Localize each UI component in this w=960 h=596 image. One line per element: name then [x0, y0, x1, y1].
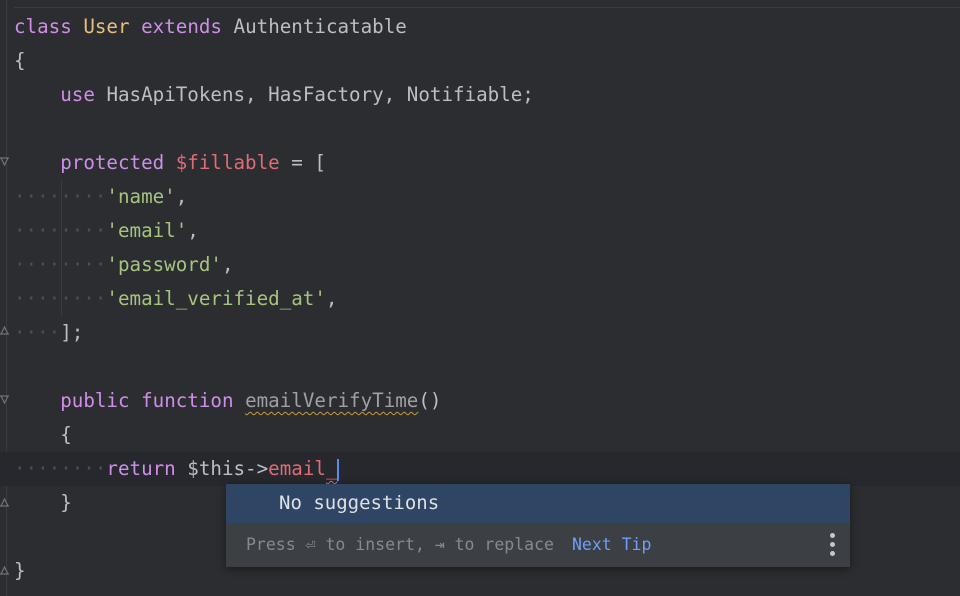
- parent-class: Authenticatable: [233, 15, 407, 38]
- comma: ,: [221, 253, 234, 276]
- property-access: email: [268, 457, 326, 480]
- code-line[interactable]: public function emailVerifyTime(): [14, 384, 441, 418]
- top-divider: [14, 7, 960, 8]
- fold-marker-icon[interactable]: [0, 395, 9, 405]
- brace: }: [14, 559, 26, 582]
- parens: (): [418, 389, 442, 412]
- function-name: emailVerifyTime: [245, 389, 419, 412]
- this-reference: $this->: [187, 457, 269, 480]
- code-line[interactable]: ····];: [14, 316, 83, 350]
- keyword: extends: [141, 15, 222, 38]
- string-literal: 'email_verified_at': [106, 287, 326, 310]
- fold-marker-icon[interactable]: [0, 325, 9, 335]
- property-name: $fillable: [175, 151, 280, 174]
- keyword: class: [14, 15, 72, 38]
- text-caret: [336, 458, 339, 481]
- code-editor[interactable]: class User extends Authenticatable { use…: [0, 0, 960, 596]
- comma: ,: [325, 287, 338, 310]
- string-literal: 'email': [106, 219, 188, 242]
- operator: = [: [279, 151, 326, 174]
- completion-popup[interactable]: No suggestions Press ⏎ to insert, ⇥ to r…: [226, 484, 850, 567]
- keyword: public: [60, 389, 130, 412]
- keyword: use: [60, 83, 95, 106]
- code-line[interactable]: ········'name',: [14, 180, 187, 214]
- code-line[interactable]: ········'email',: [14, 214, 199, 248]
- fold-marker-icon[interactable]: [0, 565, 9, 575]
- code-line[interactable]: {: [14, 44, 26, 78]
- comma: ,: [175, 185, 188, 208]
- fold-marker-icon[interactable]: [0, 497, 9, 507]
- brace: {: [60, 423, 72, 446]
- code-line[interactable]: }: [14, 554, 26, 588]
- string-literal: 'password': [106, 253, 222, 276]
- class-name: User: [83, 15, 130, 38]
- code-line[interactable]: class User extends Authenticatable: [14, 10, 407, 44]
- code-line[interactable]: ········'email_verified_at',: [14, 282, 337, 316]
- fold-marker-icon[interactable]: [0, 157, 9, 167]
- keyword: function: [141, 389, 234, 412]
- code-line[interactable]: protected $fillable = [: [14, 146, 326, 180]
- keyword: protected: [60, 151, 165, 174]
- code-line[interactable]: use HasApiTokens, HasFactory, Notifiable…: [14, 78, 534, 112]
- no-suggestions-item: No suggestions: [226, 484, 850, 523]
- string-literal: 'name': [106, 185, 176, 208]
- brace: {: [14, 49, 26, 72]
- next-tip-link[interactable]: Next Tip: [572, 535, 651, 554]
- popup-hint: Press ⏎ to insert, ⇥ to replace: [246, 535, 554, 554]
- code-line[interactable]: {: [14, 418, 72, 452]
- popup-footer: Press ⏎ to insert, ⇥ to replace Next Tip: [226, 523, 850, 567]
- more-vertical-icon[interactable]: [830, 533, 836, 559]
- code-line[interactable]: }: [14, 486, 72, 520]
- code-line[interactable]: ········'password',: [14, 248, 234, 282]
- code-line-active[interactable]: ········return $this->email_: [14, 452, 339, 486]
- comma: ,: [187, 219, 199, 242]
- brace: }: [60, 491, 72, 514]
- keyword: return: [106, 457, 176, 480]
- bracket: ];: [60, 321, 84, 344]
- trait-list: HasApiTokens, HasFactory, Notifiable;: [106, 83, 534, 106]
